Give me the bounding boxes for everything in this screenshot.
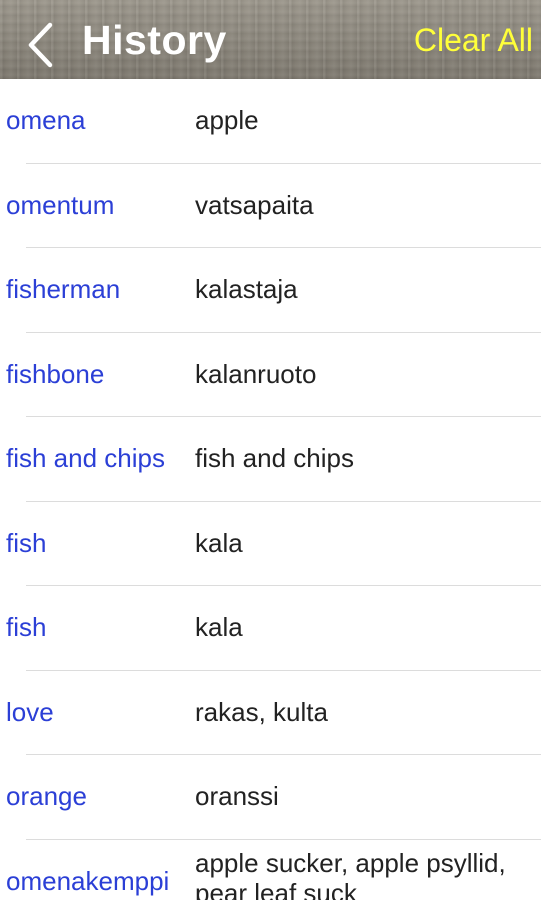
chevron-left-icon: [28, 22, 53, 68]
history-translation: apple: [195, 105, 259, 135]
history-word: orange: [6, 781, 87, 811]
history-row[interactable]: omenakemppi apple sucker, apple psyllid,…: [0, 840, 541, 900]
history-word: fisherman: [6, 274, 121, 304]
history-word: fish and chips: [6, 443, 165, 473]
history-translation: rakas, kulta: [195, 696, 328, 727]
history-row[interactable]: omena apple: [0, 79, 541, 164]
history-list: omena apple omentum vatsapaita fisherman…: [0, 79, 541, 900]
history-word: fish: [6, 612, 47, 642]
history-word: fishbone: [6, 358, 105, 389]
history-translation: kalanruoto: [195, 358, 317, 389]
history-translation: vatsapaita: [195, 189, 314, 220]
history-row[interactable]: fisherman kalastaja: [0, 248, 541, 333]
history-translation: kala: [195, 612, 243, 642]
history-word: love: [6, 696, 54, 727]
history-row[interactable]: omentum vatsapaita: [0, 164, 541, 249]
history-translation: apple sucker, apple psyllid, pear leaf s…: [195, 847, 506, 900]
navigation-bar: History Clear All: [0, 0, 541, 79]
history-row[interactable]: fish and chips fish and chips: [0, 417, 541, 502]
history-row[interactable]: fish kala: [0, 586, 541, 671]
page-title: History: [82, 17, 227, 63]
history-screen: History Clear All omena apple omentum va…: [0, 0, 541, 900]
history-row[interactable]: orange oranssi: [0, 755, 541, 840]
back-button[interactable]: [16, 0, 68, 79]
history-word: omentum: [6, 189, 115, 220]
history-word: omenakemppi: [6, 865, 170, 896]
history-word: fish: [6, 527, 47, 558]
history-row[interactable]: fishbone kalanruoto: [0, 333, 541, 418]
history-translation: kala: [195, 527, 243, 558]
history-row[interactable]: fish kala: [0, 502, 541, 587]
clear-all-button[interactable]: Clear All: [414, 20, 533, 60]
history-word: omena: [6, 105, 86, 135]
history-row[interactable]: love rakas, kulta: [0, 671, 541, 756]
history-translation: fish and chips: [195, 443, 354, 473]
history-translation: kalastaja: [195, 274, 298, 304]
history-translation: oranssi: [195, 781, 279, 811]
